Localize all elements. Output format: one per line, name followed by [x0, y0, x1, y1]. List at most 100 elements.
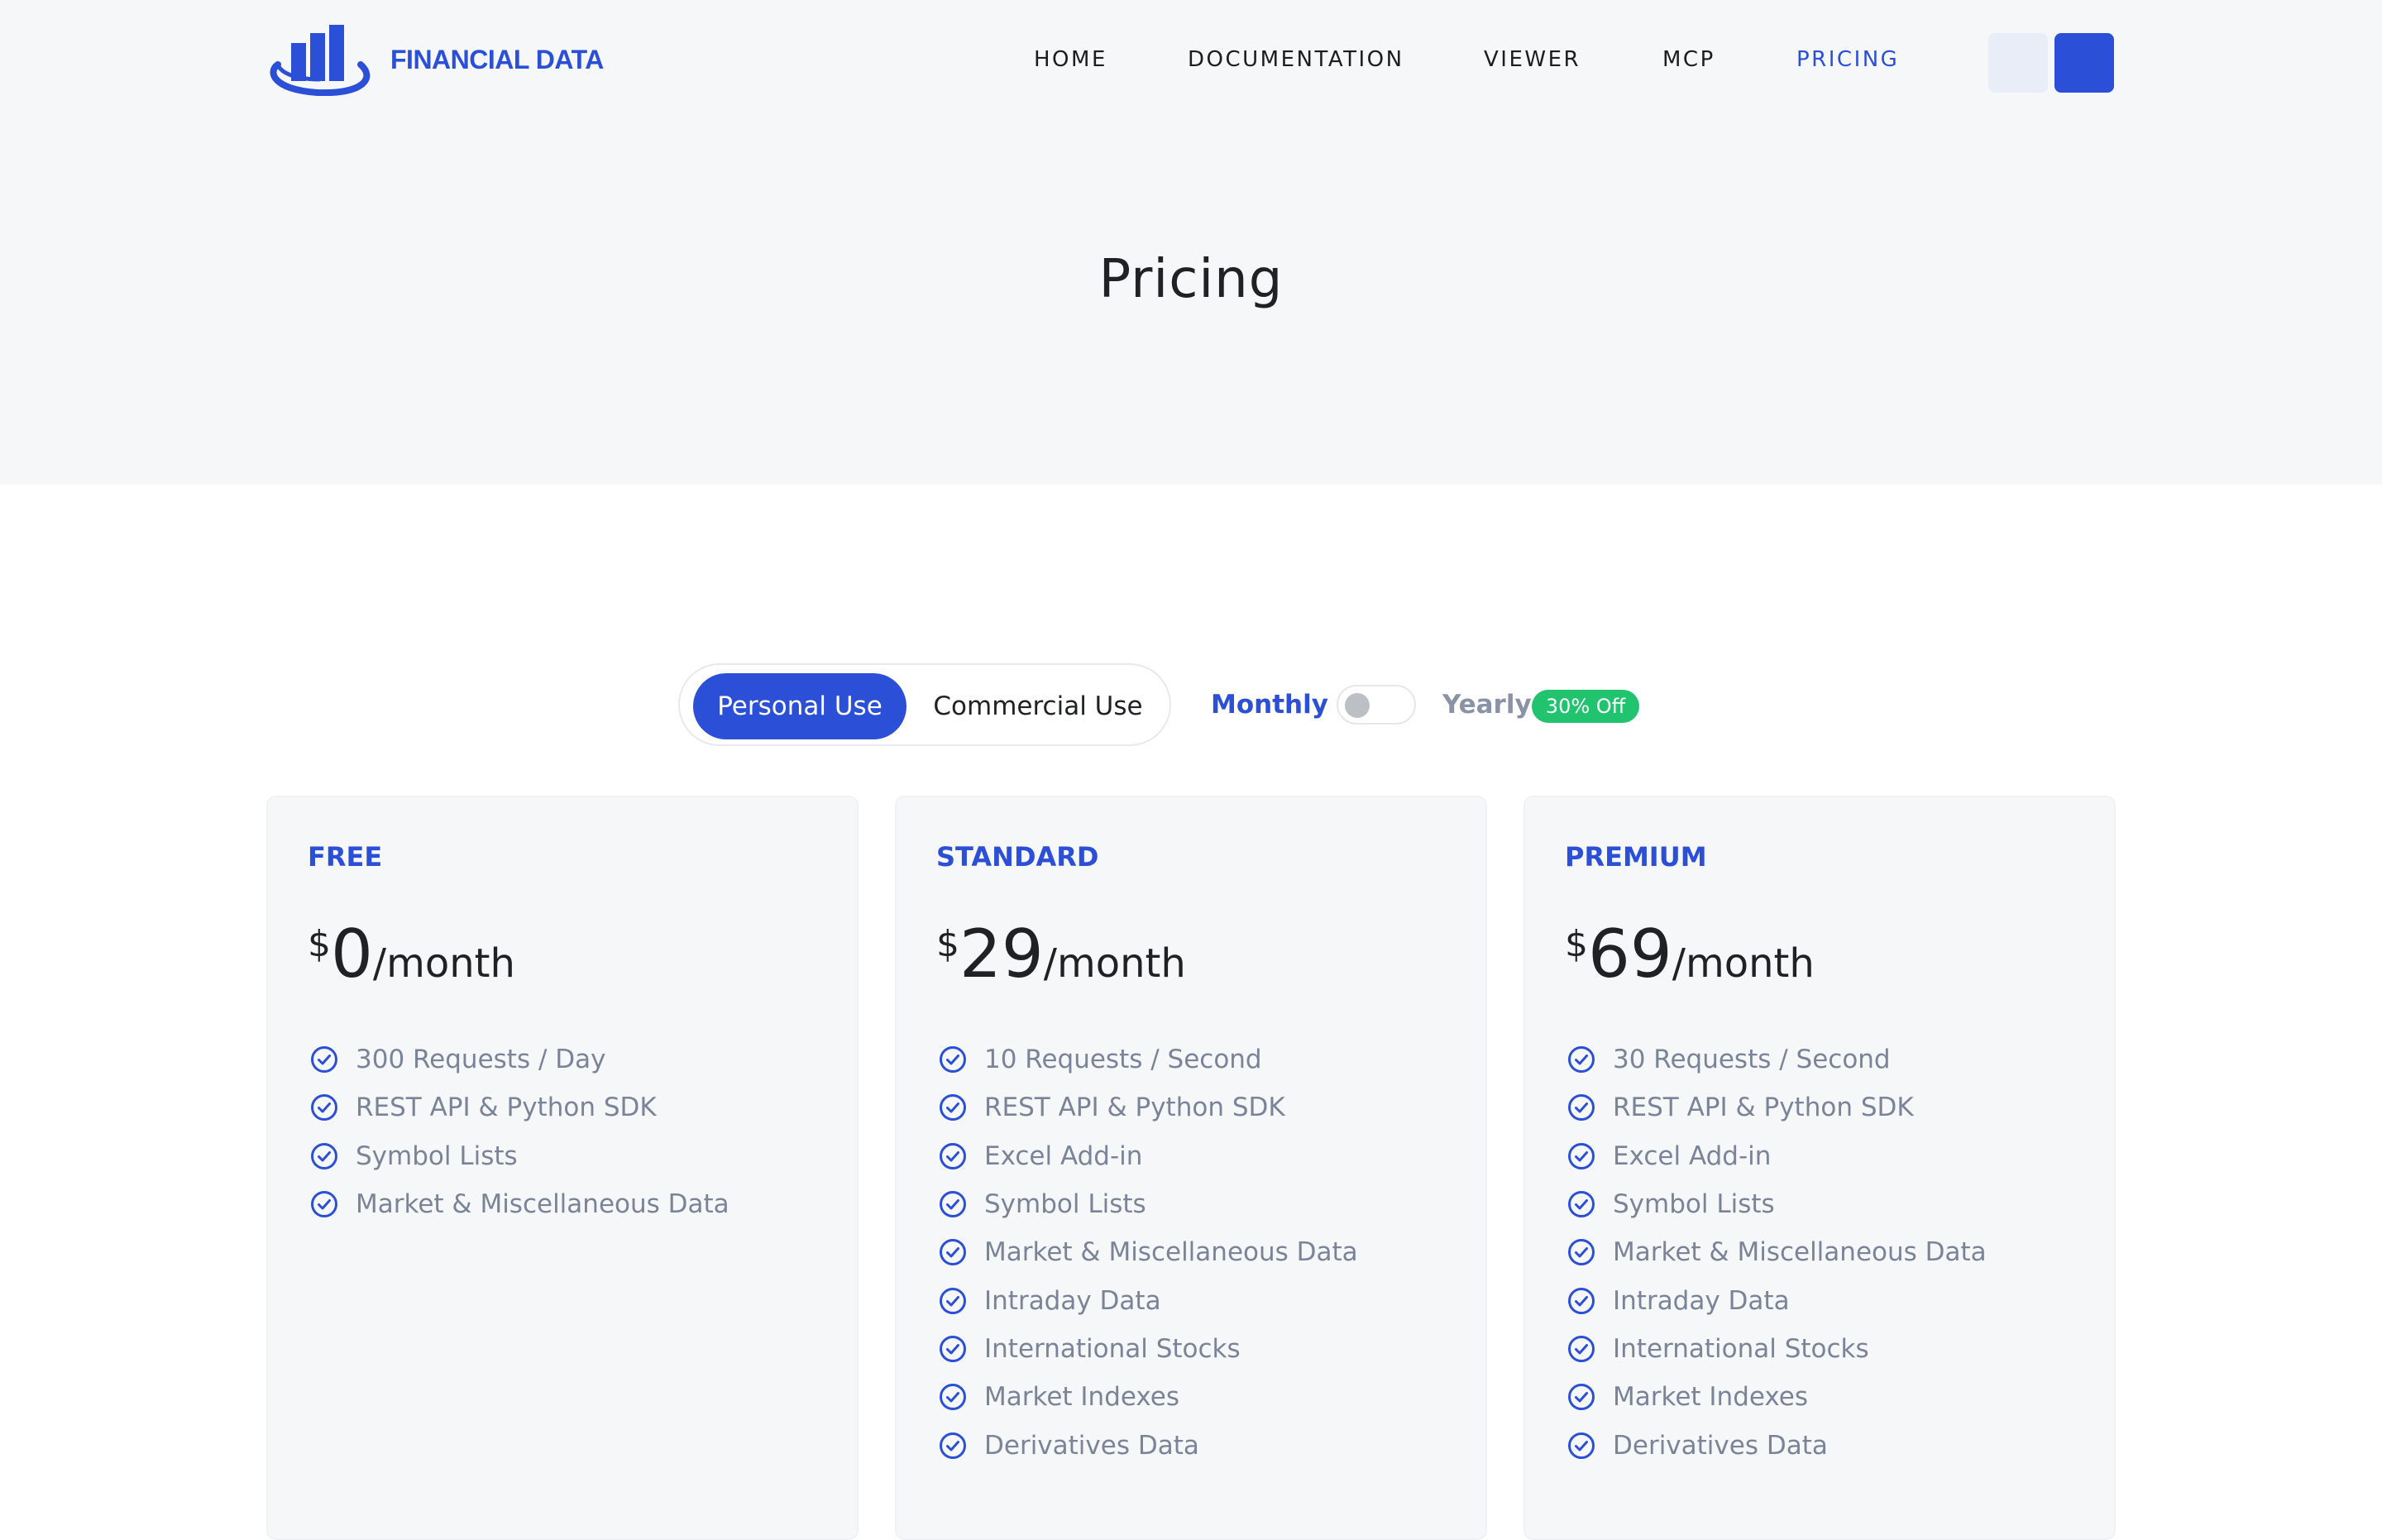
feature-item: Excel Add-in: [1565, 1132, 1987, 1180]
feature-label: Symbol Lists: [984, 1189, 1146, 1220]
price-period: /month: [372, 940, 515, 987]
hero-section: FINANCIAL DATA HOME DOCUMENTATION VIEWER…: [0, 0, 2382, 485]
feature-item: REST API & Python SDK: [936, 1083, 1358, 1131]
feature-item: International Stocks: [936, 1325, 1358, 1373]
check-circle-icon: [940, 1046, 966, 1074]
nav-item-documentation[interactable]: DOCUMENTATION: [1188, 43, 1404, 76]
feature-item: Market & Miscellaneous Data: [308, 1180, 729, 1228]
feature-list: 30 Requests / Second REST API & Python SD…: [1565, 1035, 1987, 1470]
feature-label: Derivatives Data: [984, 1430, 1199, 1461]
feature-label: 300 Requests / Day: [356, 1045, 606, 1075]
check-circle-icon: [1568, 1335, 1595, 1362]
check-circle-icon: [1568, 1142, 1595, 1169]
check-circle-icon: [311, 1142, 337, 1169]
check-circle-icon: [940, 1432, 966, 1459]
feature-item: 10 Requests / Second: [936, 1035, 1358, 1083]
feature-item: Symbol Lists: [308, 1132, 729, 1180]
billing-monthly-label[interactable]: Monthly: [1211, 686, 1328, 723]
feature-item: Market Indexes: [936, 1373, 1358, 1421]
billing-yearly-label[interactable]: Yearly: [1442, 686, 1532, 723]
feature-label: 10 Requests / Second: [984, 1045, 1262, 1075]
feature-item: Market & Miscellaneous Data: [936, 1228, 1358, 1276]
feature-label: Excel Add-in: [984, 1141, 1143, 1171]
plan-name: STANDARD: [936, 841, 1099, 873]
plan-card-standard: STANDARD $29/month 10 Requests / Second R…: [895, 796, 1487, 1540]
feature-list: 300 Requests / Day REST API & Python SDK S…: [308, 1035, 729, 1228]
feature-label: Symbol Lists: [356, 1141, 518, 1171]
personal-use-button[interactable]: Personal Use: [693, 673, 906, 739]
page-title: Pricing: [1098, 249, 1284, 310]
price-amount: 0: [331, 916, 373, 992]
feature-item: Intraday Data: [936, 1276, 1358, 1324]
plan-price: $69/month: [1565, 921, 1815, 988]
billing-period-switch[interactable]: [1337, 685, 1416, 725]
header-secondary-button[interactable]: [1988, 33, 2048, 93]
check-circle-icon: [940, 1239, 966, 1266]
feature-item: Excel Add-in: [936, 1132, 1358, 1180]
feature-item: 30 Requests / Second: [1565, 1035, 1987, 1083]
feature-label: Market Indexes: [1613, 1382, 1809, 1413]
feature-item: Derivatives Data: [1565, 1421, 1987, 1469]
feature-label: Excel Add-in: [1613, 1141, 1772, 1171]
check-circle-icon: [1568, 1384, 1595, 1411]
plan-name: FREE: [308, 841, 383, 873]
check-circle-icon: [1568, 1239, 1595, 1266]
check-circle-icon: [311, 1046, 337, 1074]
feature-label: International Stocks: [1613, 1333, 1869, 1364]
plan-price: $29/month: [936, 921, 1186, 988]
feature-item: Market Indexes: [1565, 1373, 1987, 1421]
feature-label: REST API & Python SDK: [984, 1093, 1285, 1123]
feature-list: 10 Requests / Second REST API & Python SD…: [936, 1035, 1358, 1470]
check-circle-icon: [1568, 1432, 1595, 1459]
feature-item: Derivatives Data: [936, 1421, 1358, 1469]
commercial-use-button[interactable]: Commercial Use: [920, 673, 1156, 739]
feature-label: Derivatives Data: [1613, 1430, 1828, 1461]
check-circle-icon: [311, 1191, 337, 1218]
feature-item: REST API & Python SDK: [308, 1083, 729, 1131]
price-currency: $: [936, 923, 959, 965]
feature-item: Intraday Data: [1565, 1276, 1987, 1324]
feature-label: Intraday Data: [1613, 1285, 1790, 1316]
check-circle-icon: [311, 1094, 337, 1122]
check-circle-icon: [1568, 1046, 1595, 1074]
check-circle-icon: [940, 1094, 966, 1122]
plan-price: $0/month: [308, 921, 515, 988]
nav-item-home[interactable]: HOME: [1034, 43, 1107, 76]
switch-knob: [1345, 693, 1370, 718]
check-circle-icon: [940, 1191, 966, 1218]
price-amount: 29: [959, 916, 1044, 992]
feature-label: Market & Miscellaneous Data: [984, 1237, 1358, 1268]
feature-label: Market & Miscellaneous Data: [356, 1189, 729, 1220]
price-period: /month: [1043, 940, 1186, 987]
check-circle-icon: [1568, 1287, 1595, 1314]
price-period: /month: [1672, 940, 1815, 987]
feature-label: Intraday Data: [984, 1285, 1161, 1316]
feature-label: REST API & Python SDK: [356, 1093, 657, 1123]
plan-card-premium: PREMIUM $69/month 30 Requests / Second RE…: [1523, 796, 2116, 1540]
discount-badge: 30% Off: [1532, 690, 1639, 723]
plan-card-free: FREE $0/month 300 Requests / Day REST API…: [266, 796, 859, 1540]
feature-label: Market & Miscellaneous Data: [1613, 1237, 1987, 1268]
feature-item: Symbol Lists: [1565, 1180, 1987, 1228]
feature-label: Symbol Lists: [1613, 1189, 1775, 1220]
feature-label: REST API & Python SDK: [1613, 1093, 1914, 1123]
feature-item: Symbol Lists: [936, 1180, 1358, 1228]
nav-item-mcp[interactable]: MCP: [1662, 43, 1715, 76]
check-circle-icon: [1568, 1191, 1595, 1218]
use-type-toggle: Personal Use Commercial Use: [678, 663, 1171, 746]
check-circle-icon: [940, 1287, 966, 1314]
feature-label: 30 Requests / Second: [1613, 1045, 1891, 1075]
price-amount: 69: [1588, 916, 1672, 992]
feature-item: Market & Miscellaneous Data: [1565, 1228, 1987, 1276]
nav-item-pricing[interactable]: PRICING: [1796, 43, 1899, 76]
nav-item-viewer[interactable]: VIEWER: [1484, 43, 1581, 76]
check-circle-icon: [940, 1335, 966, 1362]
header-primary-button[interactable]: [2054, 33, 2114, 93]
check-circle-icon: [940, 1142, 966, 1169]
plan-name: PREMIUM: [1565, 841, 1707, 873]
feature-label: International Stocks: [984, 1333, 1241, 1364]
price-currency: $: [308, 923, 331, 965]
feature-label: Market Indexes: [984, 1382, 1180, 1413]
check-circle-icon: [1568, 1094, 1595, 1122]
feature-item: International Stocks: [1565, 1325, 1987, 1373]
